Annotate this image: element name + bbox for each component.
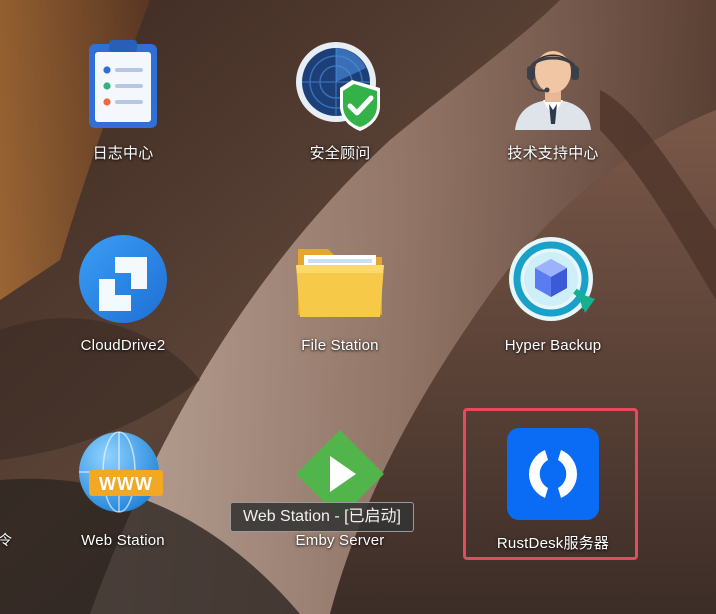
app-label: File Station bbox=[301, 337, 379, 354]
app-support-center[interactable]: 技术支持中心 bbox=[463, 38, 643, 188]
app-file-station[interactable]: File Station bbox=[250, 233, 430, 383]
app-label: 技术支持中心 bbox=[507, 145, 599, 162]
app-hyper-backup[interactable]: Hyper Backup bbox=[463, 233, 643, 383]
app-security-advisor[interactable]: 安全顾问 bbox=[250, 38, 430, 188]
clouddrive-icon bbox=[75, 233, 171, 329]
hyper-backup-icon bbox=[505, 233, 601, 329]
folder-icon bbox=[292, 233, 388, 329]
desktop: 日志中心 安全顾问 技术支持中心 CloudDrive2 File Statio… bbox=[0, 0, 716, 614]
svg-text:WWW: WWW bbox=[99, 474, 153, 494]
security-advisor-icon bbox=[292, 38, 388, 134]
app-label: RustDesk服务器 bbox=[496, 535, 610, 552]
support-center-icon bbox=[505, 38, 601, 134]
app-label: 安全顾问 bbox=[309, 145, 371, 162]
tooltip: Web Station - [已启动] bbox=[230, 502, 414, 532]
app-clouddrive[interactable]: CloudDrive2 bbox=[33, 233, 213, 383]
app-label: Hyper Backup bbox=[504, 337, 602, 354]
offscreen-app-label-fragment: 令 bbox=[0, 532, 12, 548]
app-rustdesk-server[interactable]: RustDesk服务器 bbox=[463, 428, 643, 578]
app-web-station[interactable]: WWW Web Station bbox=[33, 428, 213, 578]
www-globe-icon: WWW bbox=[75, 428, 171, 524]
app-label: Emby Server bbox=[295, 532, 385, 549]
app-log-center[interactable]: 日志中心 bbox=[33, 38, 213, 188]
log-center-icon bbox=[75, 38, 171, 134]
app-label: Web Station bbox=[81, 532, 165, 549]
app-label: 日志中心 bbox=[92, 145, 154, 162]
app-label: CloudDrive2 bbox=[80, 337, 166, 354]
rustdesk-icon bbox=[505, 428, 601, 524]
